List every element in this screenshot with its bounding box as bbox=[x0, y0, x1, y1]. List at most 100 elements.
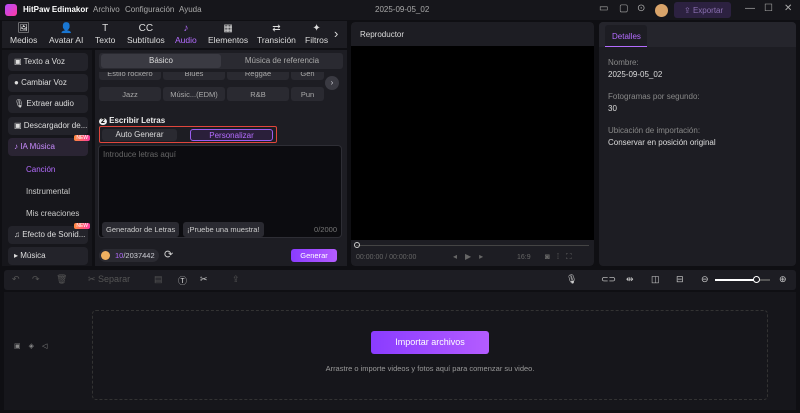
sidebar-item-texto-a-voz[interactable]: ▣ Texto a Voz bbox=[8, 53, 88, 71]
genre-row-1: Estilo rockero Blues Reggae Gen bbox=[99, 72, 324, 80]
sidebar-item-efecto-sonido[interactable]: ♫ Efecto de Sonid... NEW bbox=[8, 223, 90, 244]
tab-subtitulos[interactable]: CC Subtítulos bbox=[127, 23, 165, 45]
sidebar-item-ia-musica[interactable]: ♪ IA Música NEW bbox=[8, 135, 90, 156]
app-logo bbox=[5, 4, 17, 16]
tab-detalles[interactable]: Detalles bbox=[605, 25, 647, 47]
export-clip-icon[interactable]: ⇪ bbox=[232, 274, 240, 285]
microphone-icon[interactable]: 🎙 bbox=[566, 274, 577, 285]
generate-button[interactable]: Generar bbox=[291, 249, 337, 262]
zoom-in-icon[interactable]: ⊕ bbox=[779, 274, 787, 285]
tab-transicion[interactable]: ⇄ Transición bbox=[257, 23, 296, 45]
sidebar-item-extraer-audio[interactable]: 🎙 Extraer audio bbox=[8, 95, 88, 113]
genre-edm[interactable]: Músic...(EDM) bbox=[163, 87, 225, 101]
refresh-icon[interactable]: ⟳ bbox=[164, 248, 173, 261]
snapshot-fullscreen-icons[interactable]: ◙⁞⛶ bbox=[545, 252, 579, 262]
tab-avatar-ai[interactable]: 👤 Avatar AI bbox=[49, 23, 83, 45]
import-files-button[interactable]: Importar archivos bbox=[371, 331, 489, 354]
playback-scrubber[interactable] bbox=[356, 245, 589, 246]
avatar[interactable] bbox=[655, 4, 668, 17]
layout-icon[interactable]: ▭ bbox=[599, 3, 608, 14]
tab-elementos[interactable]: ▦ Elementos bbox=[208, 23, 248, 45]
download-icon[interactable]: ⊙ bbox=[637, 3, 645, 14]
genre-punk[interactable]: Pun bbox=[291, 87, 324, 101]
scrubber-handle[interactable] bbox=[354, 242, 360, 248]
delete-icon[interactable]: 🗑 bbox=[56, 274, 67, 285]
aspect-ratio-select[interactable]: 16:9 bbox=[517, 254, 531, 261]
minimize-icon[interactable]: — bbox=[745, 3, 755, 14]
music-note-icon: ♪ bbox=[183, 23, 189, 34]
mode-personalizar[interactable]: Personalizar bbox=[190, 129, 273, 141]
genre-next-icon[interactable]: › bbox=[325, 76, 339, 90]
zoom-out-icon[interactable]: ⊖ bbox=[701, 274, 709, 285]
lyrics-placeholder: Introduce letras aquí bbox=[103, 150, 176, 159]
seg-musica-referencia[interactable]: Música de referencia bbox=[223, 54, 341, 68]
sidebar-item-descargador[interactable]: ▣ Descargador de... bbox=[8, 117, 88, 135]
tab-label: Medios bbox=[10, 35, 38, 45]
tab-label: Avatar AI bbox=[49, 35, 84, 45]
sub-mis-creaciones[interactable]: Mis creaciones bbox=[26, 209, 79, 218]
player-panel: Reproductor 00:00:00 / 00:00:00 ◂▶▸ 16:9… bbox=[351, 22, 594, 266]
playback-buttons[interactable]: ◂▶▸ bbox=[453, 252, 491, 261]
link-icon[interactable]: ⊂⊃ bbox=[601, 274, 616, 285]
new-badge: NEW bbox=[74, 223, 90, 229]
timeline-toolbar: ↶ ↷ 🗑 ✂ Separar ▤ Ⓣ ✂ ⇪ 🎙 ⊂⊃ ⇹ ◫ ⊟ ⊖ ⊕ bbox=[4, 270, 796, 290]
label: IA Música bbox=[20, 142, 55, 151]
zoom-slider-handle[interactable] bbox=[753, 276, 761, 283]
undo-icon[interactable]: ↶ bbox=[12, 274, 20, 285]
genre-chip[interactable]: Estilo rockero bbox=[99, 72, 161, 80]
export-button[interactable]: ⇪ Exportar bbox=[674, 2, 731, 18]
credits-badge: 10/2037442 bbox=[99, 249, 159, 262]
seg-basico[interactable]: Básico bbox=[101, 54, 221, 68]
snap-icon[interactable]: ⇹ bbox=[626, 274, 634, 285]
maximize-icon[interactable]: ☐ bbox=[764, 3, 773, 14]
menu-configuracion[interactable]: Configuración bbox=[125, 5, 174, 14]
genre-chip[interactable]: Gen bbox=[291, 72, 324, 80]
sub-instrumental[interactable]: Instrumental bbox=[26, 187, 70, 196]
lyrics-generator-button[interactable]: Generador de Letras bbox=[102, 222, 180, 237]
step-number: 2 bbox=[99, 118, 107, 125]
label: Efecto de Sonid... bbox=[22, 230, 86, 239]
sub-cancion[interactable]: Canción bbox=[26, 165, 55, 174]
label: Extraer audio bbox=[26, 99, 74, 108]
sidebar-item-cambiar-voz[interactable]: ● Cambiar Voz bbox=[8, 74, 88, 92]
media-icon: 🖼 bbox=[17, 23, 31, 34]
lyrics-input[interactable]: Introduce letras aquí Generador de Letra… bbox=[98, 145, 342, 238]
chevron-right-icon[interactable]: › bbox=[334, 26, 338, 41]
mode-auto-generar[interactable]: Auto Generar bbox=[102, 129, 177, 141]
ai-music-panel: Básico Música de referencia Estilo rocke… bbox=[95, 50, 347, 266]
import-location-value: Conservar en posición original bbox=[608, 138, 716, 147]
avatar-icon: 👤 bbox=[59, 23, 73, 34]
cut-tool-icon[interactable]: ✂ bbox=[200, 274, 208, 285]
tab-audio[interactable]: ♪ Audio bbox=[175, 23, 197, 45]
text-icon: T bbox=[102, 23, 109, 34]
tab-filtros[interactable]: ✦ Filtros bbox=[305, 23, 328, 45]
zoom-slider[interactable] bbox=[715, 276, 770, 283]
mark-icon[interactable]: ▤ bbox=[154, 274, 163, 285]
genre-chip[interactable]: Reggae bbox=[227, 72, 289, 80]
menu-ayuda[interactable]: Ayuda bbox=[179, 5, 202, 14]
sidebar-item-musica[interactable]: ▸ Música bbox=[8, 247, 88, 265]
split-button[interactable]: ✂ Separar bbox=[88, 274, 130, 285]
fps-label: Fotogramas por segundo: bbox=[608, 92, 700, 101]
tab-label: Elementos bbox=[208, 35, 249, 45]
genre-chip[interactable]: Blues bbox=[163, 72, 225, 80]
close-icon[interactable]: ✕ bbox=[784, 3, 792, 14]
split-view-icon[interactable]: ◫ bbox=[651, 274, 660, 285]
feedback-icon[interactable]: ▢ bbox=[619, 3, 628, 14]
lyrics-title: 2 Escribir Letras bbox=[99, 116, 165, 125]
try-sample-button[interactable]: ¡Pruebe una muestra! bbox=[183, 222, 264, 237]
track-controls-icons[interactable]: ▣◈◁ bbox=[14, 342, 55, 350]
import-dropzone[interactable]: Importar archivos Arrastre o importe vid… bbox=[92, 310, 768, 400]
genre-rnb[interactable]: R&B bbox=[227, 87, 289, 101]
redo-icon[interactable]: ↷ bbox=[32, 274, 40, 285]
lyrics-title-text: Escribir Letras bbox=[109, 116, 166, 125]
tab-medios[interactable]: 🖼 Medios bbox=[10, 23, 37, 45]
menu-archivo[interactable]: Archivo bbox=[93, 5, 120, 14]
text-tool-icon[interactable]: Ⓣ bbox=[178, 274, 187, 287]
fit-icon[interactable]: ⊟ bbox=[676, 274, 684, 285]
new-badge: NEW bbox=[74, 135, 90, 141]
player-title: Reproductor bbox=[351, 22, 594, 46]
name-value: 2025-09-05_02 bbox=[608, 70, 663, 79]
tab-texto[interactable]: T Texto bbox=[95, 23, 115, 45]
genre-jazz[interactable]: Jazz bbox=[99, 87, 161, 101]
